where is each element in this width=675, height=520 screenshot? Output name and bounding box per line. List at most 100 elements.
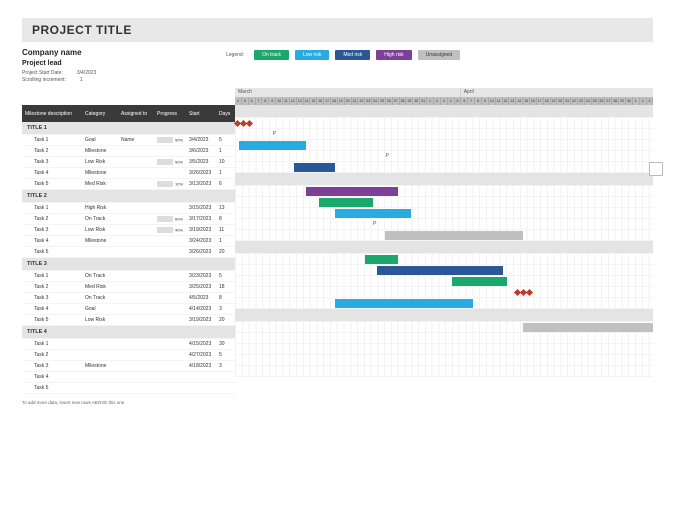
task-row[interactable]: Task 53/26/202320 — [22, 247, 235, 258]
company-name: Company name — [22, 48, 222, 57]
gantt-bar[interactable] — [452, 277, 506, 286]
task-label: Task 4 — [22, 306, 82, 312]
scroll-handle[interactable] — [649, 162, 663, 176]
col-milestone: Milestone description — [22, 111, 82, 117]
gantt-title-row — [235, 309, 653, 322]
task-start: 3/6/2023 — [186, 148, 216, 154]
gantt-row — [235, 298, 653, 309]
task-days: 1 — [216, 238, 235, 244]
task-row[interactable]: Task 2Milestone3/6/20231 — [22, 146, 235, 157]
progress-pct: 40% — [175, 227, 183, 232]
task-row[interactable]: Task 4 — [22, 372, 235, 383]
progress-bar — [157, 216, 173, 222]
task-row[interactable]: Task 5Low Risk3/19/202320 — [22, 315, 235, 326]
task-assigned: Name — [118, 137, 154, 143]
task-label: Task 2 — [22, 216, 82, 222]
gantt-row — [235, 254, 653, 265]
task-row[interactable]: Task 1High Risk3/15/202313 — [22, 203, 235, 214]
scroll-value[interactable]: 1 — [80, 77, 83, 83]
gantt-bar[interactable] — [385, 231, 523, 240]
task-category: On Track — [82, 216, 118, 222]
task-category: Med Risk — [82, 284, 118, 290]
task-row[interactable]: Task 2On Track60%3/17/20238 — [22, 214, 235, 225]
goal-marker-icon — [235, 121, 252, 126]
task-days: 5 — [216, 273, 235, 279]
progress-pct: 50% — [175, 137, 183, 142]
month-1: March — [235, 88, 461, 97]
gantt-row — [235, 287, 653, 298]
task-category: On Track — [82, 295, 118, 301]
task-start: 3/23/2023 — [186, 273, 216, 279]
progress-bar — [157, 227, 173, 233]
task-label: Task 2 — [22, 352, 82, 358]
gantt-row — [235, 118, 653, 129]
gantt-bar[interactable] — [335, 209, 410, 218]
task-row[interactable]: Task 1On Track3/23/20235 — [22, 271, 235, 282]
task-label: Task 3 — [22, 363, 82, 369]
gantt-bar[interactable] — [377, 266, 502, 275]
gantt-row — [235, 344, 653, 355]
gantt-row — [235, 276, 653, 287]
task-row[interactable]: Task 14/15/202330 — [22, 339, 235, 350]
task-row[interactable]: Task 4Milestone3/26/20231 — [22, 168, 235, 179]
task-row[interactable]: Task 5Med Risk10%3/13/20236 — [22, 179, 235, 190]
task-row[interactable]: Task 4Goal 4/14/20233 — [22, 304, 235, 315]
task-progress: 10% — [154, 181, 186, 187]
gantt-bar[interactable] — [319, 198, 373, 207]
task-days: 30 — [216, 341, 235, 347]
section-title-row: TITLE 4 — [22, 326, 235, 339]
gantt-bar[interactable] — [306, 187, 398, 196]
legend-chip-medrisk: Med risk — [335, 50, 370, 60]
start-date-value[interactable]: 3/4/2023 — [77, 70, 96, 76]
gantt-bar[interactable] — [523, 323, 653, 332]
task-row[interactable]: Task 4Milestone3/24/20231 — [22, 236, 235, 247]
task-row[interactable]: Task 2Med Risk3/25/202318 — [22, 282, 235, 293]
task-row[interactable]: Task 3Low Risk40%3/19/202311 — [22, 225, 235, 236]
task-row[interactable]: Task 5 — [22, 383, 235, 394]
task-row[interactable]: Task 1GoalName50%3/4/20235 — [22, 135, 235, 146]
gantt-bar[interactable] — [239, 141, 306, 150]
task-row[interactable]: Task 3Milestone4/18/20233 — [22, 361, 235, 372]
task-start: 3/26/2023 — [186, 170, 216, 176]
gantt-title-row — [235, 105, 653, 118]
task-start: 4/5/2023 — [186, 295, 216, 301]
task-category: Milestone — [82, 238, 118, 244]
task-days: 6 — [216, 181, 235, 187]
task-category: Goal — [82, 306, 118, 312]
gantt-row — [235, 162, 653, 173]
task-start: 3/17/2023 — [186, 216, 216, 222]
table-header: Milestone description Category Assigned … — [22, 105, 235, 122]
task-label: Task 1 — [22, 137, 82, 143]
task-days: 20 — [216, 317, 235, 323]
task-progress: 40% — [154, 227, 186, 233]
task-label: Task 5 — [22, 181, 82, 187]
gantt-bar[interactable] — [335, 299, 473, 308]
progress-pct: 50% — [175, 159, 183, 164]
legend-label: Legend: — [226, 52, 244, 58]
task-label: Task 2 — [22, 148, 82, 154]
task-label: Task 3 — [22, 159, 82, 165]
gantt-row: P — [235, 129, 653, 140]
section-title: TITLE 1 — [22, 125, 82, 131]
task-label: Task 1 — [22, 341, 82, 347]
task-start: 4/14/2023 — [186, 306, 216, 312]
gantt-title-row — [235, 241, 653, 254]
task-row[interactable]: Task 24/27/20235 — [22, 350, 235, 361]
task-days: 13 — [216, 205, 235, 211]
gantt-row — [235, 366, 653, 377]
task-days: 10 — [216, 159, 235, 165]
gantt-bar[interactable] — [365, 255, 398, 264]
col-start: Start — [186, 111, 216, 117]
task-row[interactable]: Task 3On Track4/5/20238 — [22, 293, 235, 304]
gantt-chart: PPP — [235, 105, 653, 377]
gantt-bar[interactable] — [294, 163, 336, 172]
gantt-row — [235, 186, 653, 197]
gantt-row — [235, 230, 653, 241]
task-row[interactable]: Task 3Low Risk50%3/5/202310 — [22, 157, 235, 168]
task-days: 3 — [216, 306, 235, 312]
project-title: PROJECT TITLE — [22, 18, 653, 42]
gantt-row — [235, 333, 653, 344]
task-label: Task 2 — [22, 284, 82, 290]
task-category: Low Risk — [82, 317, 118, 323]
task-days: 18 — [216, 284, 235, 290]
